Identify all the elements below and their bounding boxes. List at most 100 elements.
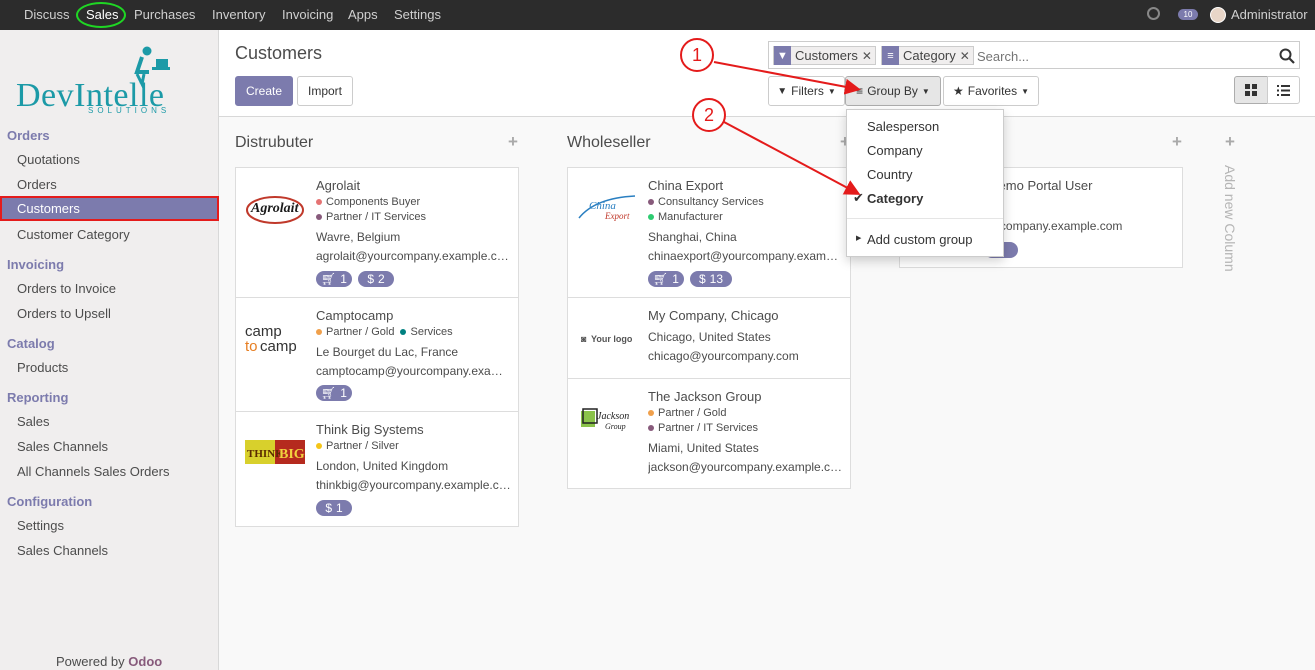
cart-icon: 🛒︎ [653,272,669,286]
add-new-column[interactable]: Add new Column [1222,165,1238,272]
sidebar-item-sales-channels[interactable]: Sales Channels [17,439,108,454]
groupby-option-salesperson[interactable]: Salesperson [867,119,939,134]
add-card-plus-icon[interactable]: + [1172,132,1182,152]
column-title-distrubuter: Distrubuter [235,134,314,151]
user-name[interactable]: Administrator [1231,7,1308,22]
partner-logo: THINK BIG [242,432,308,472]
svg-text:Jackson: Jackson [597,411,629,422]
search-icon[interactable] [1279,48,1295,64]
facet-category[interactable]: ≡ Category ✕ [881,46,974,65]
tag-color-dot [648,410,654,416]
kanban-card-camptocamp[interactable]: camp to camp Camptocamp Partner / Gold Serv… [235,297,519,412]
card-location: London, United Kingdom [316,459,449,473]
facet-label: Customers [795,48,858,63]
tag-label: Components Buyer [326,196,421,208]
card-email: chinaexport@yourcompany.example.com [648,249,844,263]
partner-logo: ◙ Your logo [574,318,640,358]
badge-value: 1 [336,501,343,515]
section-reporting: Reporting [7,390,69,405]
partner-logo: Agrolait [242,188,308,228]
list-icon: ≡ [856,84,864,98]
sidebar-item-config-sales-channels[interactable]: Sales Channels [17,543,108,558]
groupby-option-country[interactable]: Country [867,167,913,182]
menu-sales[interactable]: Sales [86,7,119,22]
dollar-icon: $ [367,272,374,286]
logo-text: Agrolait [250,201,300,216]
kanban-card-my-company-chicago[interactable]: ◙ Your logo My Company, Chicago Chicago,… [567,297,851,379]
sidebar-item-all-channels-sales-orders[interactable]: All Channels Sales Orders [17,464,169,479]
remove-facet-icon[interactable]: ✕ [862,49,872,63]
list-view-button[interactable] [1267,76,1300,104]
svg-text:Export: Export [604,211,630,221]
sales-count-badge[interactable]: 🛒︎ 1 [316,385,352,401]
filters-button[interactable]: ▼ Filters ▼ [768,76,845,106]
add-card-plus-icon[interactable]: + [508,132,518,152]
kanban-view-button[interactable] [1234,76,1268,104]
section-configuration: Configuration [7,494,93,509]
sidebar-item-settings[interactable]: Settings [17,518,64,533]
create-button[interactable]: Create [235,76,293,106]
sales-count-badge[interactable]: 🛒︎ 1 [316,271,352,287]
sidebar-item-orders-to-invoice[interactable]: Orders to Invoice [17,281,116,296]
menu-settings[interactable]: Settings [394,7,441,22]
tag-label: Partner / Silver [326,440,399,452]
remove-facet-icon[interactable]: ✕ [960,49,970,63]
company-logo: DevIntelle SOLUTIONS [16,44,202,116]
tag-label: Partner / IT Services [658,422,759,434]
menu-apps[interactable]: Apps [348,7,378,22]
groupby-option-company[interactable]: Company [867,143,923,158]
svg-text:to: to [245,338,258,355]
facet-label: Category [903,48,956,63]
user-avatar[interactable] [1210,7,1226,23]
sidebar-item-products[interactable]: Products [17,360,68,375]
checkmark-icon: ✔ [853,190,864,205]
sales-count-badge[interactable]: 🛒︎ 1 [648,271,684,287]
activity-clock-icon[interactable] [1147,7,1160,20]
powered-by-brand[interactable]: Odoo [128,654,162,669]
menu-purchases[interactable]: Purchases [134,7,195,22]
filter-icon: ▼ [777,85,788,97]
caret-down-icon: ▼ [921,86,930,96]
favorites-button[interactable]: ★ Favorites ▼ [943,76,1039,106]
badge-value: 1 [340,386,347,400]
group-by-button[interactable]: ≡ Group By ▼ [845,76,941,106]
facet-customers[interactable]: ▼ Customers ✕ [773,46,876,65]
menu-invoicing[interactable]: Invoicing [282,7,333,22]
tag-color-dot [648,199,654,205]
sidebar-item-orders[interactable]: Orders [17,177,57,192]
top-menu-bar: Discuss Sales Purchases Inventory Invoic… [0,0,1315,30]
invoice-count-badge[interactable]: $1 [316,500,352,516]
kanban-card-agrolait[interactable]: Agrolait Agrolait Components Buyer Partn… [235,167,519,298]
annotation-number: 1 [691,44,702,65]
menu-inventory[interactable]: Inventory [212,7,265,22]
add-column-plus-icon[interactable]: + [1225,132,1235,152]
card-tag: Partner / Silver [316,440,399,452]
kanban-card-china-export[interactable]: China Export China Export Consultancy Ser… [567,167,851,298]
invoice-count-badge[interactable]: $13 [690,271,732,287]
card-tag: Partner / Gold [648,407,726,419]
search-input[interactable] [977,46,1267,66]
annotation-number: 2 [703,104,714,125]
sidebar-item-quotations[interactable]: Quotations [17,152,80,167]
card-email: camptocamp@yourcompany.example.com [316,364,512,378]
annotation-marker-1: 1 [680,38,714,72]
sidebar-item-sales[interactable]: Sales [17,414,50,429]
kanban-card-think-big-systems[interactable]: THINK BIG Think Big Systems Partner / Sil… [235,411,519,527]
invoice-count-badge[interactable]: $2 [358,271,394,287]
sidebar-item-customer-category[interactable]: Customer Category [17,227,130,242]
card-email: jackson@yourcompany.example.com [648,460,844,474]
chat-count-badge[interactable]: 10 [1178,9,1198,20]
sidebar-item-customers[interactable]: Customers [0,196,219,221]
groupby-option-category[interactable]: Category [867,191,923,206]
tag-color-dot [316,199,322,205]
search-box[interactable]: ▼ Customers ✕ ≡ Category ✕ [768,41,1300,69]
kanban-card-the-jackson-group[interactable]: Jackson Group The Jackson Group Partner /… [567,378,851,489]
sidebar-item-orders-to-upsell[interactable]: Orders to Upsell [17,306,111,321]
import-button[interactable]: Import [297,76,353,106]
list-icon: ≡ [882,46,899,65]
badge-value: 1 [340,272,347,286]
badge-value: 1 [672,272,679,286]
cart-icon: 🛒︎ [321,386,337,400]
menu-discuss[interactable]: Discuss [24,7,70,22]
add-custom-group[interactable]: Add custom group [867,232,973,247]
